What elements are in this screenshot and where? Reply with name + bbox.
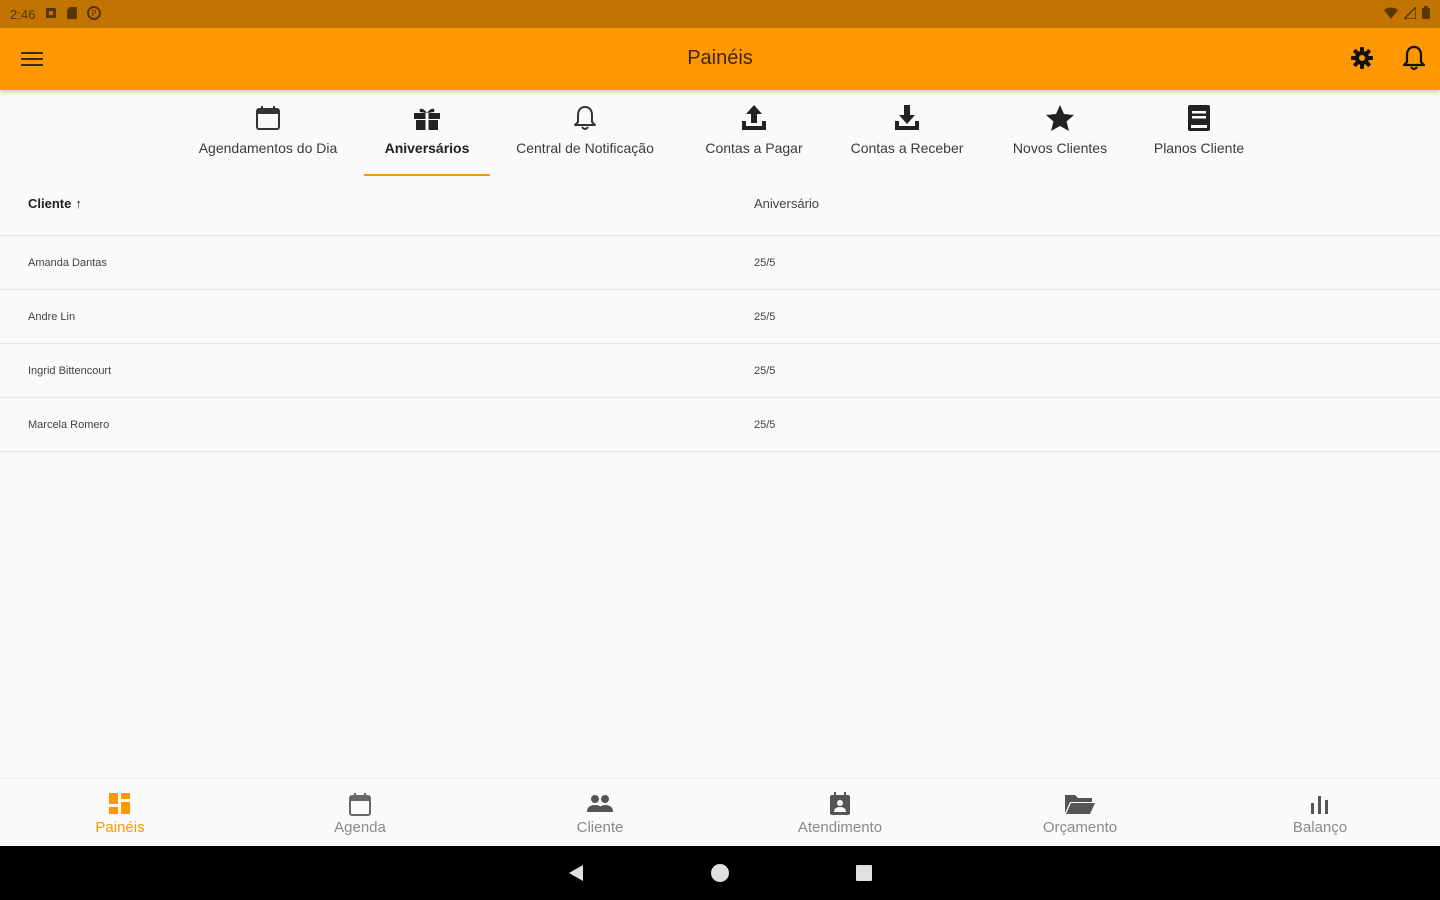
book-icon [1188, 105, 1210, 131]
birthday-date: 25/5 [754, 419, 776, 431]
notification-icon [45, 7, 57, 22]
calendar-icon [349, 793, 371, 816]
bell-outline-icon [1403, 45, 1425, 70]
wifi-icon [1384, 7, 1398, 22]
menu-button[interactable] [14, 44, 50, 74]
upload-icon [742, 105, 766, 130]
tab-contas-a-pagar[interactable]: Contas a Pagar [694, 90, 814, 176]
client-name: Ingrid Bittencourt [28, 365, 112, 377]
tab-contas-a-receber[interactable]: Contas a Receber [840, 90, 974, 176]
column-label: Cliente [28, 196, 72, 211]
birthday-date: 25/5 [754, 311, 776, 323]
back-button[interactable] [564, 861, 588, 885]
tab-label: Novos Clientes [1012, 140, 1108, 156]
table-header: Cliente ↑ Aniversário [0, 176, 1440, 236]
nav-label: Agenda [334, 819, 386, 836]
hamburger-menu-icon [21, 52, 43, 66]
battery-icon [1422, 6, 1430, 22]
table-row[interactable]: Amanda Dantas 25/5 [0, 236, 1440, 290]
sd-card-icon [67, 6, 78, 22]
column-header-cliente[interactable]: Cliente ↑ [28, 196, 82, 211]
panel-tabs: Agendamentos do Dia Aniversários Central… [0, 90, 1440, 176]
nav-label: Balanço [1292, 819, 1348, 836]
calendar-icon [256, 106, 280, 130]
nav-balanco[interactable]: Balanço [1200, 779, 1440, 847]
table-row[interactable]: Ingrid Bittencourt 25/5 [0, 344, 1440, 398]
tab-label: Agendamentos do Dia [198, 140, 338, 156]
nav-paineis[interactable]: Painéis [0, 779, 240, 847]
recents-button[interactable] [852, 861, 876, 885]
settings-button[interactable] [1346, 42, 1378, 74]
gear-icon [1351, 47, 1373, 69]
tab-novos-clientes[interactable]: Novos Clientes [1000, 90, 1120, 176]
tab-aniversarios[interactable]: Aniversários [364, 90, 490, 176]
folder-open-icon [1065, 795, 1095, 814]
contact-card-icon [830, 792, 850, 815]
tab-label: Contas a Receber [850, 140, 964, 156]
table-row[interactable]: Andre Lin 25/5 [0, 290, 1440, 344]
birthdays-table: Cliente ↑ Aniversário Amanda Dantas 25/5… [0, 176, 1440, 452]
nav-label: Painéis [95, 819, 145, 836]
nav-cliente[interactable]: Cliente [480, 779, 720, 847]
tab-planos-cliente[interactable]: Planos Cliente [1140, 90, 1258, 176]
sort-ascending-icon: ↑ [75, 196, 82, 211]
nav-label: Atendimento [797, 819, 883, 836]
client-name: Marcela Romero [28, 419, 110, 431]
tab-central-de-notificacao[interactable]: Central de Notificação [502, 90, 668, 176]
svg-text:P: P [92, 9, 97, 18]
dashboard-icon [109, 793, 130, 814]
birthday-date: 25/5 [754, 365, 776, 377]
notifications-button[interactable] [1398, 42, 1430, 74]
tab-agendamentos-do-dia[interactable]: Agendamentos do Dia [186, 90, 350, 176]
nav-agenda[interactable]: Agenda [240, 779, 480, 847]
recents-square-icon [856, 865, 872, 881]
star-icon [1046, 105, 1074, 131]
tab-label: Central de Notificação [516, 140, 654, 156]
app-bar: Painéis [0, 28, 1440, 90]
people-icon [587, 795, 613, 812]
column-header-aniversario[interactable]: Aniversário [754, 196, 819, 211]
nav-atendimento[interactable]: Atendimento [720, 779, 960, 847]
download-icon [895, 105, 919, 130]
sync-icon: P [87, 5, 102, 23]
system-navigation-bar [0, 846, 1440, 900]
status-time: 2:46 [10, 6, 36, 22]
birthday-date: 25/5 [754, 257, 776, 269]
nav-label: Cliente [576, 819, 624, 836]
bottom-navigation: Painéis Agenda Cliente Atendimento Orçam… [0, 778, 1440, 846]
tab-label: Planos Cliente [1153, 140, 1245, 156]
bar-chart-icon [1311, 796, 1328, 814]
bell-outline-icon [574, 106, 596, 130]
page-title: Painéis [687, 47, 753, 69]
nav-orcamento[interactable]: Orçamento [960, 779, 1200, 847]
client-name: Andre Lin [28, 311, 76, 323]
gift-icon [414, 108, 440, 130]
table-row[interactable]: Marcela Romero 25/5 [0, 398, 1440, 452]
signal-icon [1402, 4, 1417, 22]
client-name: Amanda Dantas [28, 257, 107, 269]
back-triangle-icon [569, 865, 583, 881]
tab-label: Contas a Pagar [705, 140, 803, 156]
home-button[interactable] [708, 861, 732, 885]
home-circle-icon [711, 864, 729, 882]
nav-label: Orçamento [1042, 819, 1118, 836]
tab-label: Aniversários [384, 140, 470, 156]
status-bar: 2:46 P [0, 0, 1440, 28]
